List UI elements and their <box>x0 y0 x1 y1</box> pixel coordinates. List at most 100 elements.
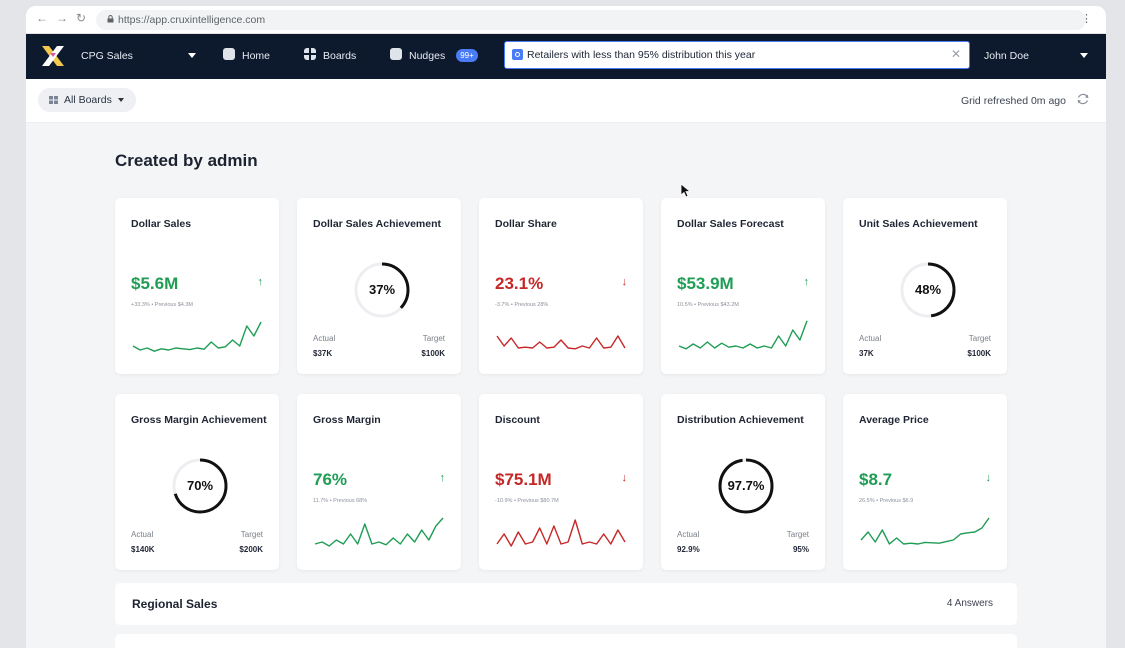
progress-ring-value: 37% <box>368 282 396 297</box>
grid-icon <box>49 96 58 104</box>
chevron-down-icon <box>117 98 124 103</box>
forward-icon[interactable]: → <box>56 11 68 25</box>
card-title: Dollar Share <box>495 218 557 230</box>
actual-label: Actual <box>131 530 154 539</box>
kpi-card-gross-margin-achievement[interactable]: Gross Margin Achievement 70% Actual Target $… <box>115 394 279 570</box>
lock-icon <box>107 15 114 23</box>
actual-label: Actual <box>313 334 336 343</box>
kpi-comparison: -3.7% • Previous 28% <box>495 302 549 308</box>
card-title: Gross Margin Achievement <box>131 414 267 426</box>
kpi-comparison: 10.5% • Previous $43.2M <box>677 302 739 308</box>
kpi-card-dollar-sales[interactable]: Dollar Sales $5.6M ↑ +33.3% • Previous $4.3… <box>115 198 279 374</box>
address-bar[interactable]: https://app.cruxintelligence.com <box>96 10 1086 30</box>
arrow-up-icon: ↑ <box>803 276 810 288</box>
nudges-count-badge: 99+ <box>456 49 478 62</box>
sparkline-path <box>314 517 444 547</box>
all-boards-label: All Boards <box>64 94 112 106</box>
arrow-down-icon: ↓ <box>621 472 628 484</box>
nudges-icon <box>390 48 402 60</box>
kpi-value: 76% <box>313 470 348 489</box>
browser-menu-icon[interactable]: ⋮ <box>1081 12 1092 25</box>
kpi-comparison: 26.5% • Previous $6.9 <box>859 498 914 504</box>
sparkline-chart <box>132 321 262 352</box>
kpi-comparison: -10.9% • Previous $80.7M <box>495 498 559 504</box>
back-icon[interactable]: ← <box>36 11 48 25</box>
sparkline-path <box>860 517 990 545</box>
arrow-up-icon: ↑ <box>257 276 264 288</box>
kpi-card-dollar-share[interactable]: Dollar Share 23.1% ↓ -3.7% • Previous 28% <box>479 198 643 374</box>
nav-boards[interactable]: Boards <box>323 50 356 62</box>
kpi-card-average-price[interactable]: Average Price $8.7 ↓ 26.5% • Previous $6.9 <box>843 394 1007 570</box>
all-boards-dropdown[interactable]: All Boards <box>38 88 136 112</box>
arrow-down-icon: ↓ <box>985 472 992 484</box>
kpi-value: 23.1% <box>495 274 544 293</box>
card-title: Dollar Sales <box>131 218 192 230</box>
actual-value: 37K <box>859 349 874 358</box>
sparkline-chart <box>314 517 444 547</box>
target-label: Target <box>968 334 991 343</box>
board-toolbar: All Boards Grid refreshed 0m ago <box>26 79 1106 123</box>
refresh-icon[interactable] <box>1076 92 1090 106</box>
sparkline-path <box>132 321 262 352</box>
target-value: $100K <box>967 349 991 358</box>
kpi-value: $75.1M <box>495 470 552 489</box>
regional-sales-title: Regional Sales <box>132 597 218 611</box>
arrow-up-icon: ↑ <box>439 472 446 484</box>
target-value: 95% <box>792 545 809 554</box>
browser-window: ← → ↻ https://app.cruxintelligence.com ⋮… <box>26 6 1106 648</box>
card-title: Gross Margin <box>313 414 381 426</box>
crux-logo-icon[interactable] <box>42 46 64 66</box>
progress-ring-value: 48% <box>914 282 942 297</box>
actual-value: $140K <box>131 545 155 554</box>
kpi-card-discount[interactable]: Discount $75.1M ↓ -10.9% • Previous $80.7M <box>479 394 643 570</box>
nav-home[interactable]: Home <box>242 50 270 62</box>
target-label: Target <box>422 334 445 343</box>
boards-icon <box>304 48 316 60</box>
search-input[interactable] <box>527 46 937 64</box>
reload-icon[interactable]: ↻ <box>76 11 86 25</box>
actual-value: $37K <box>313 349 333 358</box>
kpi-card-dollar-sales-achievement[interactable]: Dollar Sales Achievement 37% Actual Target $… <box>297 198 461 374</box>
next-board-row[interactable] <box>115 634 1017 648</box>
regional-sales-answer-count: 4 Answers <box>946 598 993 609</box>
kpi-card-unit-sales-achievement[interactable]: Unit Sales Achievement 48% Actual Target 37K… <box>843 198 1007 374</box>
target-value: $200K <box>239 545 263 554</box>
actual-label: Actual <box>677 530 700 539</box>
card-title: Dollar Sales Forecast <box>677 218 784 230</box>
user-name[interactable]: John Doe <box>984 50 1029 62</box>
sparkline-chart <box>496 519 626 547</box>
user-menu-dropdown-icon[interactable] <box>1080 53 1088 58</box>
kpi-value: $5.6M <box>131 274 179 293</box>
kpi-card-gross-margin[interactable]: Gross Margin 76% ↑ 11.7% • Previous 68% <box>297 394 461 570</box>
section-title: Created by admin <box>115 151 258 170</box>
actual-label: Actual <box>859 334 882 343</box>
actual-value: 92.9% <box>677 545 700 554</box>
search-bar: ✕ <box>504 41 970 69</box>
kpi-card-distribution-achievement[interactable]: Distribution Achievement 97.7% Actual Targe… <box>661 394 825 570</box>
home-icon <box>223 48 235 60</box>
target-label: Target <box>240 530 263 539</box>
workspace-dropdown-icon[interactable] <box>188 53 196 58</box>
nav-nudges[interactable]: Nudges <box>409 50 445 62</box>
close-icon[interactable]: ✕ <box>951 47 961 61</box>
card-title: Distribution Achievement <box>677 414 804 426</box>
kpi-comparison: +33.3% • Previous $4.3M <box>131 302 194 308</box>
target-label: Target <box>786 530 809 539</box>
card-title: Unit Sales Achievement <box>859 218 978 230</box>
sparkline-chart <box>860 517 990 545</box>
sparkline-path <box>496 519 626 547</box>
arrow-down-icon: ↓ <box>621 276 628 288</box>
kpi-value: $53.9M <box>677 274 734 293</box>
progress-ring-value: 97.7% <box>727 478 765 493</box>
app-navbar: CPG Sales Home Boards Nudges 99+ ✕ John … <box>26 34 1106 79</box>
target-value: $100K <box>421 349 445 358</box>
sparkline-path <box>496 335 626 350</box>
workspace-name[interactable]: CPG Sales <box>81 50 133 62</box>
kpi-comparison: 11.7% • Previous 68% <box>313 498 368 504</box>
card-title: Discount <box>495 414 540 426</box>
kpi-card-dollar-sales-forecast[interactable]: Dollar Sales Forecast $53.9M ↑ 10.5% • Prev… <box>661 198 825 374</box>
card-title: Dollar Sales Achievement <box>313 218 441 230</box>
kpi-value: $8.7 <box>859 470 893 489</box>
sparkline-chart <box>678 320 808 350</box>
regional-sales-board[interactable]: Regional Sales 4 Answers <box>115 583 1017 625</box>
